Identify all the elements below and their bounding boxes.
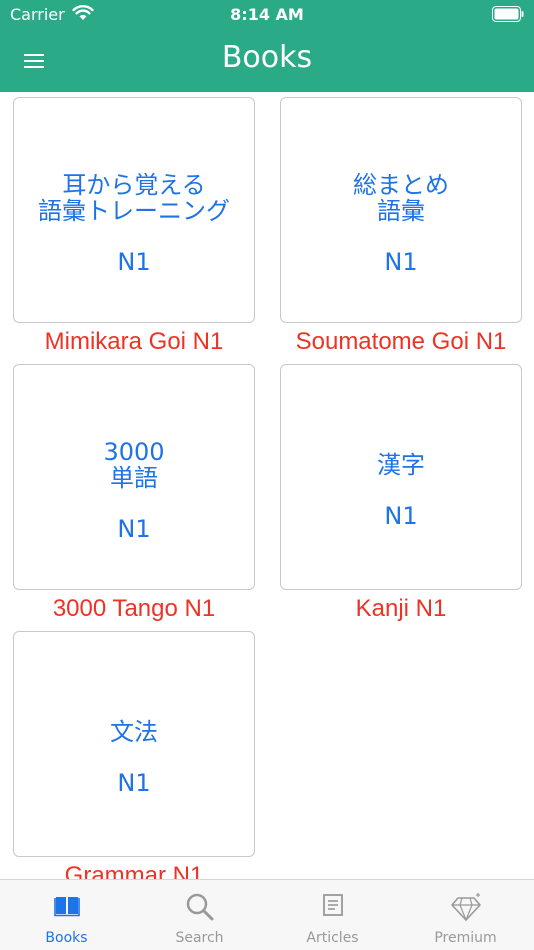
status-bar: Carrier 8:14 AM xyxy=(0,0,534,30)
tab-articles[interactable]: Articles xyxy=(266,880,399,950)
book-title-jp-line2: 語彙 xyxy=(377,197,425,225)
book-level: N1 xyxy=(117,769,151,797)
tab-label: Premium xyxy=(434,930,497,946)
book-level: N1 xyxy=(117,515,151,543)
book-caption[interactable]: Soumatome Goi N1 xyxy=(280,328,522,356)
tab-books[interactable]: Books xyxy=(0,880,133,950)
book-title-jp-line1: 文法 xyxy=(110,718,158,746)
tab-search[interactable]: Search xyxy=(133,880,266,950)
tab-bar: Books Search Articles Premium xyxy=(0,879,534,950)
app-header: Carrier 8:14 AM Books xyxy=(0,0,534,92)
book-title-jp-line2: 語彙トレーニング xyxy=(38,197,230,225)
status-time: 8:14 AM xyxy=(230,5,304,24)
book-caption[interactable]: 3000 Tango N1 xyxy=(13,595,255,623)
book-caption[interactable]: Kanji N1 xyxy=(280,595,522,623)
page-title: Books xyxy=(221,40,313,75)
battery-icon xyxy=(492,6,524,22)
tab-label: Articles xyxy=(306,930,359,946)
books-grid: 耳から覚える 語彙トレーニング N1 Mimikara Goi N1 総まとめ … xyxy=(0,92,534,879)
book-title-jp-line1: 漢字 xyxy=(377,451,425,479)
tab-label: Books xyxy=(45,930,88,946)
tab-premium[interactable]: Premium xyxy=(399,880,532,950)
book-level: N1 xyxy=(384,502,418,530)
book-card-grammar[interactable]: 文法 N1 xyxy=(13,631,255,857)
book-icon xyxy=(53,897,80,917)
book-level: N1 xyxy=(117,248,151,276)
book-level: N1 xyxy=(384,248,418,276)
book-title-jp-line1: 3000 xyxy=(103,438,165,466)
book-title-jp-line2: 単語 xyxy=(110,464,158,492)
book-title-jp-line1: 耳から覚える xyxy=(62,171,206,199)
book-card-3000-tango[interactable]: 3000 単語 N1 xyxy=(13,364,255,590)
book-card-kanji[interactable]: 漢字 N1 xyxy=(280,364,522,590)
book-title-jp-line1: 総まとめ xyxy=(353,171,449,199)
article-icon xyxy=(322,894,343,916)
diamond-icon xyxy=(450,893,481,922)
book-card-mimikara-goi[interactable]: 耳から覚える 語彙トレーニング N1 xyxy=(13,97,255,323)
book-caption[interactable]: Mimikara Goi N1 xyxy=(13,328,255,356)
tab-label: Search xyxy=(175,930,224,946)
book-card-soumatome-goi[interactable]: 総まとめ 語彙 N1 xyxy=(280,97,522,323)
search-icon xyxy=(186,893,213,921)
book-caption[interactable]: Grammar N1 xyxy=(13,862,255,879)
